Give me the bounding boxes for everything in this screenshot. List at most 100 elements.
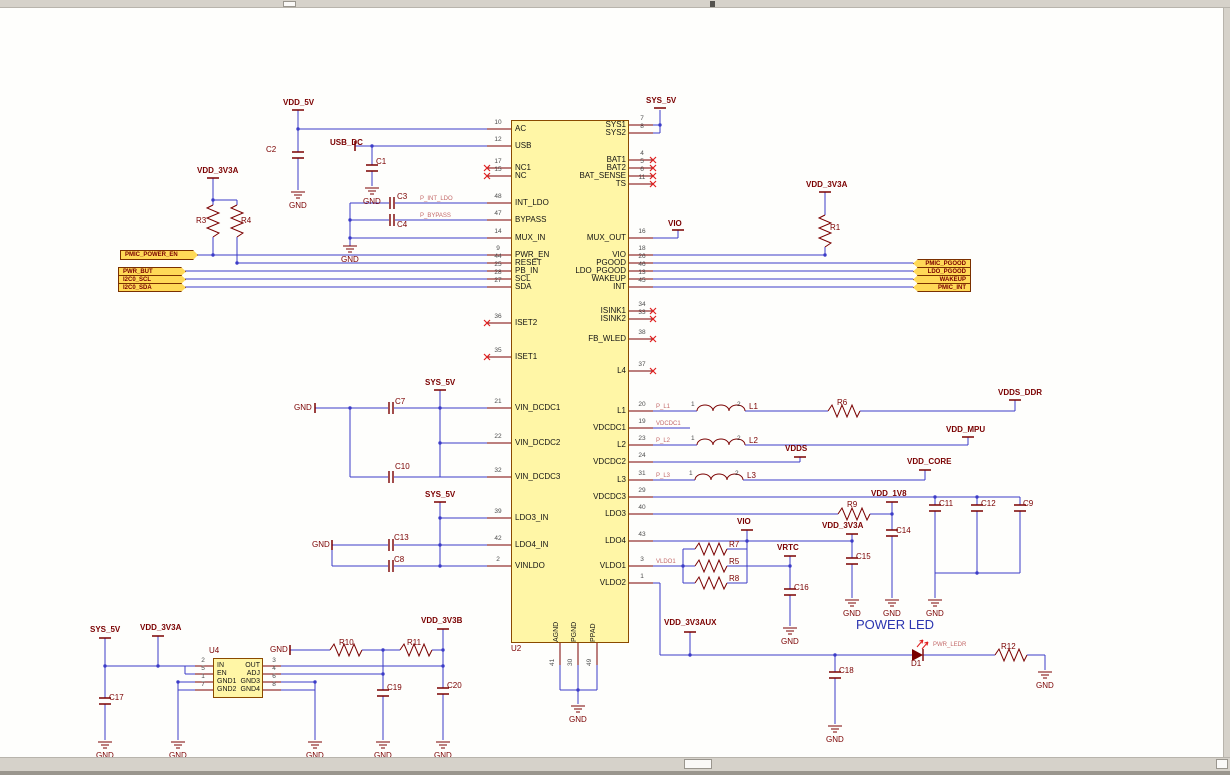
refdes-c13: C13 [394, 533, 409, 542]
port-label: I2C0_SDA [123, 284, 152, 291]
ic-pin-name: TS [615, 179, 626, 188]
refdes-c20: C20 [447, 681, 462, 690]
refdes-c11: C11 [939, 499, 954, 508]
ic-pin-number: 33 [638, 309, 646, 316]
ic-pin-name: ISET2 [515, 318, 538, 327]
gnd-label: GND [826, 735, 844, 744]
net-label-vrtc[interactable]: VRTC [777, 543, 799, 553]
net-label-sys-5v[interactable]: SYS_5V [425, 490, 455, 500]
inductor-pin-number: 1 [691, 435, 695, 442]
ic-pin-number: 40 [638, 504, 646, 511]
net-label-vdd-3v3aux[interactable]: VDD_3V3AUX [664, 618, 716, 628]
ic-pin-number: 10 [494, 119, 502, 126]
port-ldo-pgood[interactable]: LDO_PGOOD [913, 267, 971, 276]
gnd-port-label[interactable]: GND [294, 403, 312, 413]
ic-pin-number: 6 [272, 673, 276, 680]
ic-pin-number: 14 [494, 228, 502, 235]
led-diode[interactable] [912, 639, 929, 661]
ic-pin-number: 12 [494, 136, 502, 143]
port-label: I2C0_SCL [123, 276, 152, 283]
gnd-label: GND [1036, 681, 1054, 690]
net-sublabel: P_L1 [656, 404, 671, 410]
ic-pin-number: 23 [638, 435, 646, 442]
net-label-vdds[interactable]: VDDS [785, 444, 807, 454]
ic-pin-number: 5 [201, 665, 205, 672]
ic-pin-number: 2 [496, 556, 500, 563]
bottom-scrollbar[interactable] [0, 757, 1230, 771]
refdes-u4: U4 [209, 646, 220, 655]
top-scrollbar-handle[interactable] [283, 1, 296, 7]
net-label-vio[interactable]: VIO [737, 517, 751, 527]
net-label-vdd-3v3a[interactable]: VDD_3V3A [140, 623, 181, 633]
net-label-vdd-3v3a[interactable]: VDD_3V3A [822, 521, 863, 531]
ic-pin-number: 8 [640, 123, 644, 130]
ic-pin-number: 18 [638, 245, 646, 252]
ic-pin-number: 28 [494, 269, 502, 276]
net-label-sys-5v[interactable]: SYS_5V [425, 378, 455, 388]
ic-pin-number: 27 [494, 277, 502, 284]
ic-pin-name: VIN_DCDC1 [515, 403, 561, 412]
ic-pin-name: LDO3 [605, 509, 626, 518]
refdes-c3: C3 [397, 192, 408, 201]
port-pmic-power-en[interactable]: PMIC_POWER_EN [120, 250, 198, 260]
gnd-port-label[interactable]: GND [312, 540, 330, 550]
refdes-c2: C2 [266, 145, 277, 154]
inductors[interactable] [694, 404, 746, 481]
ic-pin-name: VIN_DCDC2 [515, 438, 561, 447]
refdes-c10: C10 [395, 462, 410, 471]
port-wakeup[interactable]: WAKEUP [913, 275, 971, 284]
bottom-scrollbar-handle[interactable] [684, 759, 712, 769]
net-label-vio[interactable]: VIO [668, 219, 682, 229]
gnd-port-label[interactable]: GND [270, 645, 288, 655]
ic-pin-number: 26 [638, 253, 646, 260]
net-sublabel: P_BYPASS [420, 213, 451, 219]
net-sublabel: P_L3 [656, 473, 671, 479]
refdes-c4: C4 [397, 220, 408, 229]
net-sublabel: VDCDC1 [656, 421, 681, 427]
port-pmic-pgood[interactable]: PMIC_PGOOD [913, 259, 971, 268]
port-label: LDO_PGOOD [927, 268, 966, 275]
ic-pin-number: 44 [494, 253, 502, 260]
ic-pin-number: 45 [638, 277, 646, 284]
port-i2c0-scl[interactable]: I2C0_SCL [118, 275, 186, 284]
ic-pin-number: 35 [494, 347, 502, 354]
net-label-vdd-1v8[interactable]: VDD_1V8 [871, 489, 907, 499]
net-label-vdd-5v[interactable]: VDD_5V [283, 98, 314, 108]
net-label-vdd-3v3a[interactable]: VDD_3V3A [806, 180, 847, 190]
ic-pin-name: LDO3_IN [515, 513, 549, 522]
net-label-usb-dc[interactable]: USB_DC [330, 138, 363, 148]
port-i2c0-sda[interactable]: I2C0_SDA [118, 283, 186, 292]
port-pmic-int[interactable]: PMIC_INT [913, 283, 971, 292]
ic-pin-number: 11 [638, 174, 646, 181]
refdes-l3: L3 [747, 471, 756, 480]
inductor-pin-number: 2 [737, 401, 741, 408]
port-pwr-but[interactable]: PWR_BUT [118, 267, 186, 276]
net-label-sys-5v[interactable]: SYS_5V [90, 625, 120, 635]
right-scrollbar[interactable] [1223, 8, 1230, 757]
ic-pin-name: ADJ [246, 670, 260, 677]
ic-pin-name: BYPASS [515, 215, 547, 224]
ic-pin-name: AC [515, 124, 527, 133]
ic-pin-name: SDA [515, 282, 532, 291]
net-label-vdd-mpu[interactable]: VDD_MPU [946, 425, 985, 435]
refdes-c7: C7 [395, 397, 406, 406]
ic-pin-number: 37 [638, 361, 646, 368]
ic-pin-number: 46 [638, 261, 646, 268]
ic-pin-number: 5 [640, 158, 644, 165]
net-label-vdds-ddr[interactable]: VDDS_DDR [998, 388, 1042, 398]
ic-pin-name: MUX_IN [515, 233, 546, 242]
net-label-sys-5v[interactable]: SYS_5V [646, 96, 676, 106]
ic-pin-name: OUT [245, 662, 260, 669]
top-scrollbar[interactable] [0, 0, 1230, 8]
net-sublabel: P_L2 [656, 438, 671, 444]
net-label-vdd-3v3b[interactable]: VDD_3V3B [421, 616, 462, 626]
net-label-vdd-3v3a[interactable]: VDD_3V3A [197, 166, 238, 176]
net-label-vdd-core[interactable]: VDD_CORE [907, 457, 951, 467]
ic-pin-number: 7 [640, 115, 644, 122]
port-label: WAKEUP [939, 276, 966, 283]
ic-pin-name: L2 [617, 440, 626, 449]
refdes-r5: R5 [729, 557, 740, 566]
ic-pin-name: VDCDC1 [593, 423, 626, 432]
gnd-label: GND [569, 715, 587, 724]
ic-pin-name: GND3 [240, 678, 260, 685]
